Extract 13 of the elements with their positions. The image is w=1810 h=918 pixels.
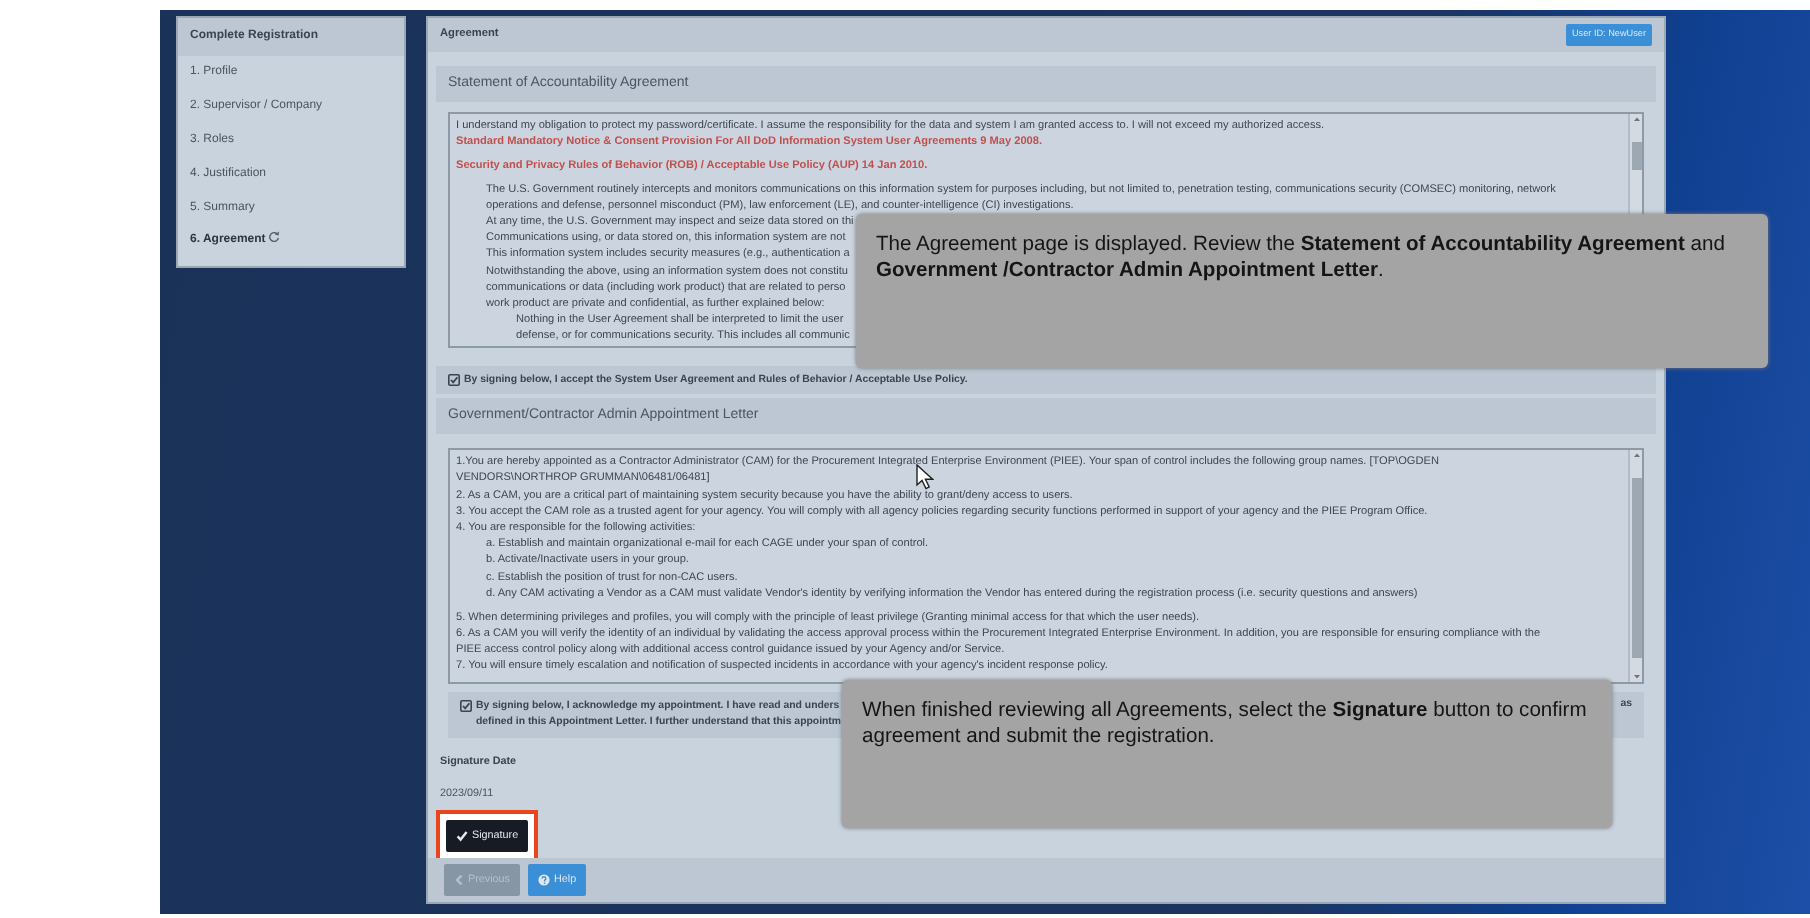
callout-text: When finished reviewing all Agreements, select the Signature button to confirm agreement and submit the registration. bbox=[862, 700, 1589, 752]
help-icon bbox=[537, 873, 550, 886]
scrollbar-thumb[interactable] bbox=[1631, 142, 1641, 170]
chevron-left-icon bbox=[454, 873, 464, 886]
scrollbar[interactable] bbox=[1628, 450, 1642, 683]
scroll-up-icon bbox=[1631, 450, 1641, 461]
check-icon bbox=[456, 829, 468, 842]
mouse-cursor-icon bbox=[916, 464, 934, 490]
scroll-up-icon bbox=[1631, 114, 1641, 124]
scrollbar-thumb[interactable] bbox=[1631, 478, 1641, 659]
scroll-down-icon bbox=[1631, 672, 1641, 683]
refresh-icon bbox=[268, 230, 281, 243]
callout-text: The Agreement page is displayed. Review the Statement of Accountability Agreement and Government /Contractor Admin Appointment Letter. bbox=[876, 234, 1727, 286]
